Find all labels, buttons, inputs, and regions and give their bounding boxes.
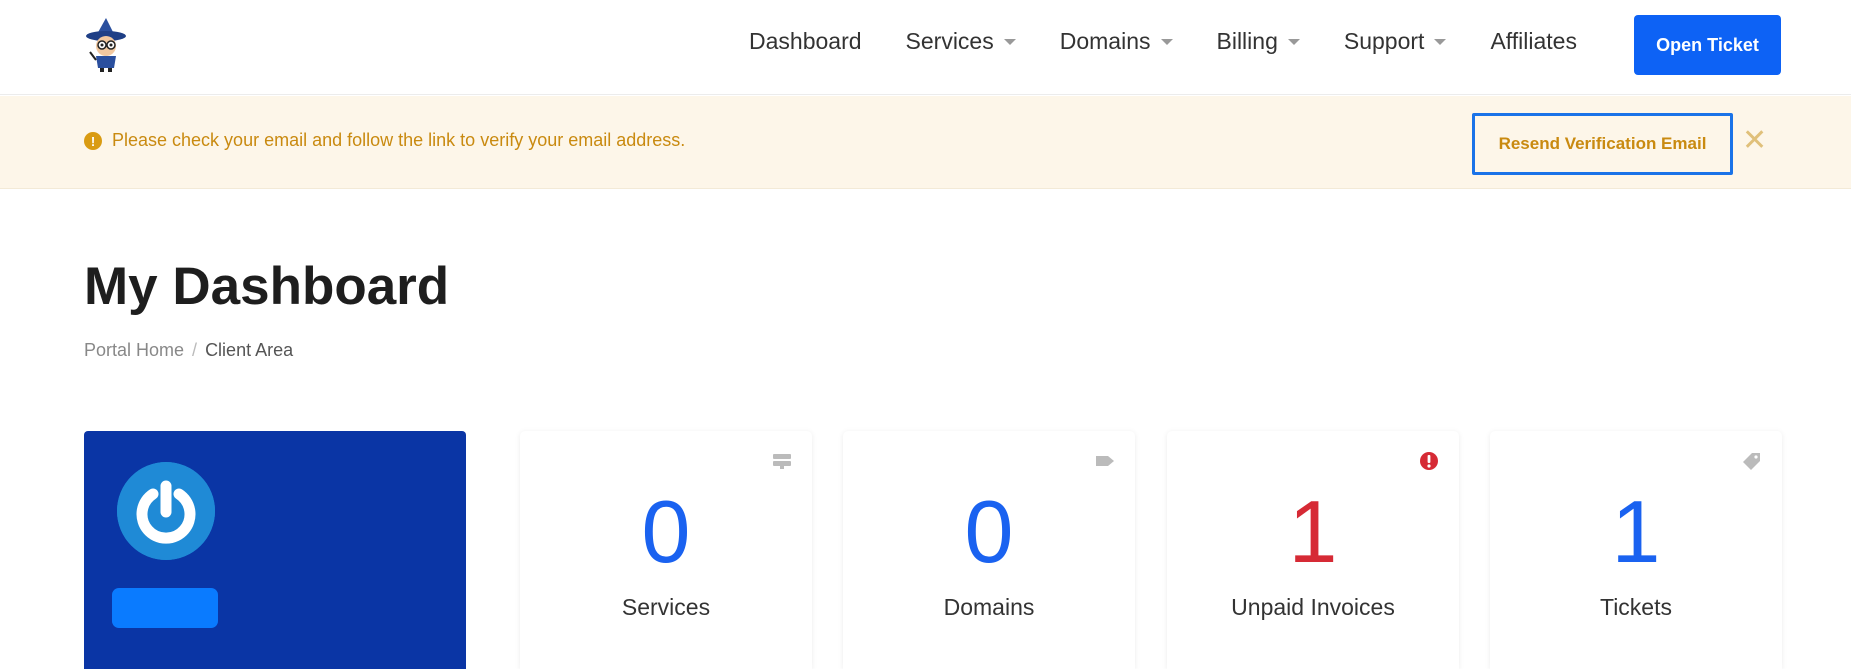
close-icon[interactable]: ✕	[1742, 126, 1767, 156]
stat-label: Tickets	[1600, 594, 1672, 620]
nav-affiliates[interactable]: Affiliates	[1490, 28, 1577, 55]
wizard-mascot-logo[interactable]	[84, 16, 130, 72]
verify-email-alert: ! Please check your email and follow the…	[0, 96, 1851, 189]
ticket-icon	[1742, 451, 1762, 471]
breadcrumb-portal-home[interactable]: Portal Home	[84, 340, 184, 361]
nav-affiliates-label: Affiliates	[1490, 28, 1577, 54]
stat-value: 1	[1288, 482, 1338, 581]
nav-billing[interactable]: Billing	[1217, 28, 1300, 55]
stat-label: Domains	[943, 594, 1035, 620]
stat-card-tickets[interactable]: 1 Tickets	[1490, 431, 1782, 669]
main-nav: Dashboard Services Domains Billing Suppo…	[749, 28, 1621, 55]
breadcrumb: Portal Home / Client Area	[84, 340, 293, 361]
caret-down-icon	[1160, 38, 1173, 45]
stat-value: 0	[641, 482, 691, 581]
profile-card	[84, 431, 466, 669]
nav-support-label: Support	[1343, 28, 1425, 54]
caret-down-icon	[1434, 38, 1447, 45]
tag-icon	[1095, 451, 1115, 471]
nav-services[interactable]: Services	[906, 28, 1016, 55]
server-icon	[772, 451, 792, 471]
nav-billing-label: Billing	[1216, 28, 1278, 54]
nav-dashboard-label: Dashboard	[749, 28, 862, 54]
stat-card-unpaid-invoices[interactable]: 1 Unpaid Invoices	[1167, 431, 1459, 669]
open-ticket-button[interactable]: Open Ticket	[1634, 15, 1781, 75]
nav-domains[interactable]: Domains	[1060, 28, 1173, 55]
page-title: My Dashboard	[84, 257, 450, 316]
stat-label: Unpaid Invoices	[1231, 594, 1395, 620]
alert-message: Please check your email and follow the l…	[112, 130, 686, 150]
stat-label: Services	[621, 594, 711, 620]
breadcrumb-separator: /	[192, 340, 198, 360]
stat-value: 0	[964, 482, 1014, 581]
power-icon	[117, 462, 215, 560]
nav-domains-label: Domains	[1059, 28, 1151, 54]
nav-dashboard[interactable]: Dashboard	[749, 28, 862, 55]
resend-verification-button[interactable]: Resend Verification Email	[1472, 113, 1733, 175]
caret-down-icon	[1287, 38, 1300, 45]
nav-support[interactable]: Support	[1344, 28, 1447, 55]
stat-value: 1	[1611, 482, 1661, 581]
profile-name-placeholder	[112, 588, 218, 628]
exclamation-circle-icon	[1419, 451, 1439, 471]
top-header: Dashboard Services Domains Billing Suppo…	[0, 0, 1851, 95]
stat-card-services[interactable]: 0 Services	[520, 431, 812, 669]
stat-card-domains[interactable]: 0 Domains	[843, 431, 1135, 669]
exclamation-circle-icon: !	[84, 132, 102, 150]
breadcrumb-client-area: Client Area	[205, 340, 294, 360]
caret-down-icon	[1003, 38, 1016, 45]
nav-services-label: Services	[905, 28, 994, 54]
